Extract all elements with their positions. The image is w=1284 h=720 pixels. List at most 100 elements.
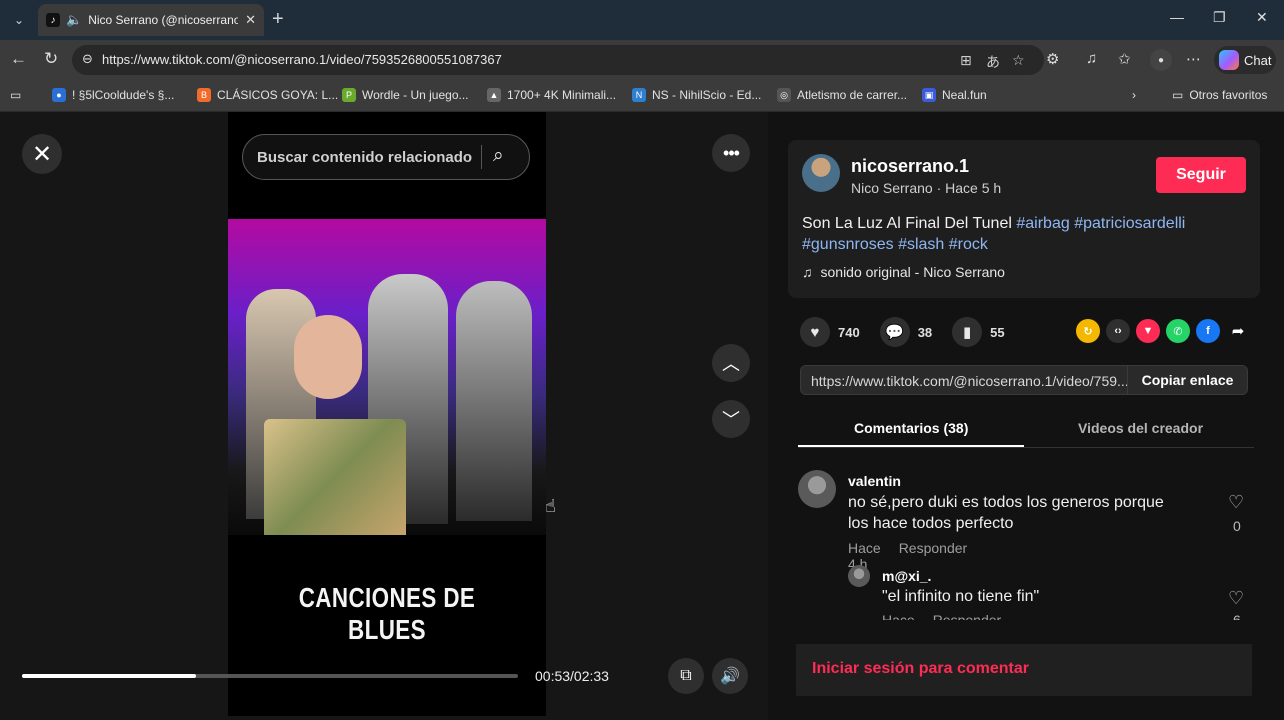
author-username[interactable]: nicoserrano.1 bbox=[851, 156, 969, 177]
send-icon[interactable]: ▼ bbox=[1136, 319, 1160, 343]
bookmark-favicon-icon: ▣ bbox=[922, 88, 936, 102]
copilot-chat-button[interactable]: Chat bbox=[1214, 46, 1276, 74]
comment-text: no sé,pero duki es todos los generos por… bbox=[848, 494, 1164, 532]
comment-text: "el infinito no tiene fin" bbox=[882, 588, 1040, 605]
bookmark-item[interactable]: N NS - NihilScio - Ed... bbox=[632, 88, 761, 102]
comments-list[interactable]: valentin no sé,pero duki es todos los ge… bbox=[768, 458, 1284, 620]
bookmark-favicon-icon: ● bbox=[52, 88, 66, 102]
tab-comments[interactable]: Comentarios (38) bbox=[854, 420, 968, 436]
url-text: https://www.tiktok.com/@nicoserrano.1/vi… bbox=[102, 52, 502, 67]
close-window-button[interactable]: ✕ bbox=[1256, 9, 1268, 26]
bookmark-favicon-icon: N bbox=[632, 88, 646, 102]
next-video-button[interactable]: ﹀ bbox=[712, 400, 750, 438]
comment-like-icon[interactable]: ♡ bbox=[1228, 492, 1244, 513]
bookmark-item[interactable]: P Wordle - Un juego... bbox=[342, 88, 469, 102]
bookmark-item[interactable]: B CLÁSICOS GOYA: L... bbox=[197, 88, 338, 102]
search-placeholder: Buscar contenido relacionado bbox=[257, 148, 473, 166]
share-arrow-icon[interactable]: ➦ bbox=[1226, 319, 1250, 343]
comment-like-icon[interactable]: ♡ bbox=[1228, 588, 1244, 609]
media-control-icon[interactable]: ♫ bbox=[1086, 50, 1097, 67]
post-info-card: nicoserrano.1 Nico Serrano · Hace 5 h Se… bbox=[788, 140, 1260, 298]
bookmarks-toggle-icon[interactable]: ▭ bbox=[10, 88, 21, 102]
browser-toolbar: ← ↻ ⊖ https://www.tiktok.com/@nicoserran… bbox=[0, 40, 1284, 80]
more-options-button[interactable]: ••• bbox=[712, 134, 750, 172]
sound-link[interactable]: ♫ sonido original - Nico Serrano bbox=[802, 264, 1005, 280]
minimize-button[interactable]: — bbox=[1170, 9, 1184, 25]
hashtag-link[interactable]: #airbag bbox=[1016, 215, 1069, 232]
music-note-icon: ♫ bbox=[802, 264, 813, 280]
hashtag-link[interactable]: #rock bbox=[949, 236, 988, 253]
comment-bubble-icon: 💬 bbox=[879, 317, 910, 347]
translate-icon[interactable]: あ bbox=[986, 52, 1000, 72]
refresh-button[interactable]: ↻ bbox=[44, 49, 58, 69]
search-divider bbox=[481, 145, 482, 169]
reply-button[interactable]: Responder bbox=[933, 612, 1002, 620]
app-available-icon[interactable]: ⊞ bbox=[960, 52, 972, 69]
hashtag-link[interactable]: #patriciosardelli bbox=[1074, 215, 1185, 232]
video-progress-bar[interactable] bbox=[22, 674, 518, 678]
folder-icon: ▭ bbox=[1172, 88, 1184, 102]
commenter-avatar[interactable] bbox=[848, 565, 870, 587]
site-info-icon[interactable]: ⊖ bbox=[82, 51, 93, 67]
extensions-icon[interactable]: ⚙ bbox=[1046, 50, 1059, 68]
embed-icon[interactable]: ‹› bbox=[1106, 319, 1130, 343]
related-search-input[interactable]: Buscar contenido relacionado ⌕ bbox=[242, 134, 530, 180]
more-menu-icon[interactable]: ⋯ bbox=[1186, 50, 1201, 68]
details-panel: nicoserrano.1 Nico Serrano · Hace 5 h Se… bbox=[768, 112, 1284, 720]
page-content: CANCIONES DE BLUES ✕ Buscar contenido re… bbox=[0, 112, 1284, 720]
bookmark-item[interactable]: ▲ 1700+ 4K Minimali... bbox=[487, 88, 616, 102]
close-tab-icon[interactable]: ✕ bbox=[245, 12, 256, 28]
author-avatar[interactable] bbox=[802, 154, 840, 192]
login-to-comment-button[interactable]: Iniciar sesión para comentar bbox=[796, 644, 1252, 696]
video-frame-image bbox=[228, 219, 546, 535]
post-description: Son La Luz Al Final Del Tunel #airbag #p… bbox=[802, 215, 1186, 253]
speaker-icon[interactable]: 🔈 bbox=[66, 12, 82, 28]
bookmark-favicon-icon: P bbox=[342, 88, 356, 102]
commenter-name[interactable]: valentin bbox=[848, 473, 901, 489]
save-action[interactable]: ▮ 55 bbox=[952, 317, 1005, 347]
volume-button[interactable]: 🔊 bbox=[712, 658, 748, 694]
facebook-icon[interactable]: f bbox=[1196, 319, 1220, 343]
other-favorites-folder[interactable]: ▭ Otros favoritos bbox=[1172, 88, 1267, 102]
bookmark-item[interactable]: ◎ Atletismo de carrer... bbox=[777, 88, 907, 102]
favorite-star-icon[interactable]: ☆ bbox=[1012, 52, 1025, 69]
bookmarks-overflow-icon[interactable]: › bbox=[1132, 88, 1136, 102]
tab-creator-videos[interactable]: Videos del creador bbox=[1078, 420, 1203, 436]
close-video-button[interactable]: ✕ bbox=[22, 134, 62, 174]
follow-button[interactable]: Seguir bbox=[1156, 157, 1246, 193]
tab-list-button[interactable]: ⌄ bbox=[8, 10, 30, 30]
playback-time: 00:53/02:33 bbox=[535, 668, 609, 684]
comment-like-count: 6 bbox=[1233, 612, 1241, 620]
bookmark-item[interactable]: ▣ Neal.fun bbox=[922, 88, 987, 102]
comment-action[interactable]: 💬 38 bbox=[879, 317, 932, 347]
maximize-button[interactable]: ❐ bbox=[1213, 9, 1226, 26]
address-bar[interactable]: ⊖ https://www.tiktok.com/@nicoserrano.1/… bbox=[72, 45, 1044, 75]
like-action[interactable]: ♥ 740 bbox=[800, 317, 860, 347]
comment-meta: Hace 2 h Responder bbox=[882, 612, 1001, 620]
whatsapp-icon[interactable]: ✆ bbox=[1166, 319, 1190, 343]
video-link-text: https://www.tiktok.com/@nicoserrano.1/vi… bbox=[811, 373, 1129, 389]
new-tab-button[interactable]: + bbox=[272, 8, 284, 31]
browser-tab-active[interactable]: ♪ 🔈 Nico Serrano (@nicoserrano.1 ✕ bbox=[38, 4, 264, 36]
bookmark-favicon-icon: ◎ bbox=[777, 88, 791, 102]
copy-link-button[interactable]: Copiar enlace bbox=[1127, 366, 1247, 394]
favorites-icon[interactable]: ✩ bbox=[1118, 50, 1131, 68]
bookmark-favicon-icon: ▲ bbox=[487, 88, 501, 102]
video-overlay-title: CANCIONES DE BLUES bbox=[298, 582, 476, 645]
hashtag-link[interactable]: #slash bbox=[898, 236, 944, 253]
progress-fill bbox=[22, 674, 196, 678]
floating-player-button[interactable]: ⧉ bbox=[668, 658, 704, 694]
commenter-avatar[interactable] bbox=[798, 470, 836, 508]
comment-time: Hace 2 h bbox=[882, 612, 915, 620]
commenter-name[interactable]: m@xi_. bbox=[882, 568, 931, 584]
profile-avatar[interactable]: ● bbox=[1150, 49, 1172, 71]
search-icon[interactable]: ⌕ bbox=[493, 145, 504, 167]
bookmark-item[interactable]: ●! §5lCooldude's §... bbox=[52, 88, 174, 102]
hashtag-link[interactable]: #gunsnroses bbox=[802, 236, 894, 253]
repost-icon[interactable]: ↻ bbox=[1076, 319, 1100, 343]
mouse-cursor-icon: ☝ bbox=[545, 496, 556, 516]
panel-tabs: Comentarios (38) Videos del creador bbox=[798, 412, 1254, 448]
back-button[interactable]: ← bbox=[10, 49, 27, 69]
previous-video-button[interactable]: ︿ bbox=[712, 344, 750, 382]
video-link-field[interactable]: https://www.tiktok.com/@nicoserrano.1/vi… bbox=[800, 365, 1248, 395]
